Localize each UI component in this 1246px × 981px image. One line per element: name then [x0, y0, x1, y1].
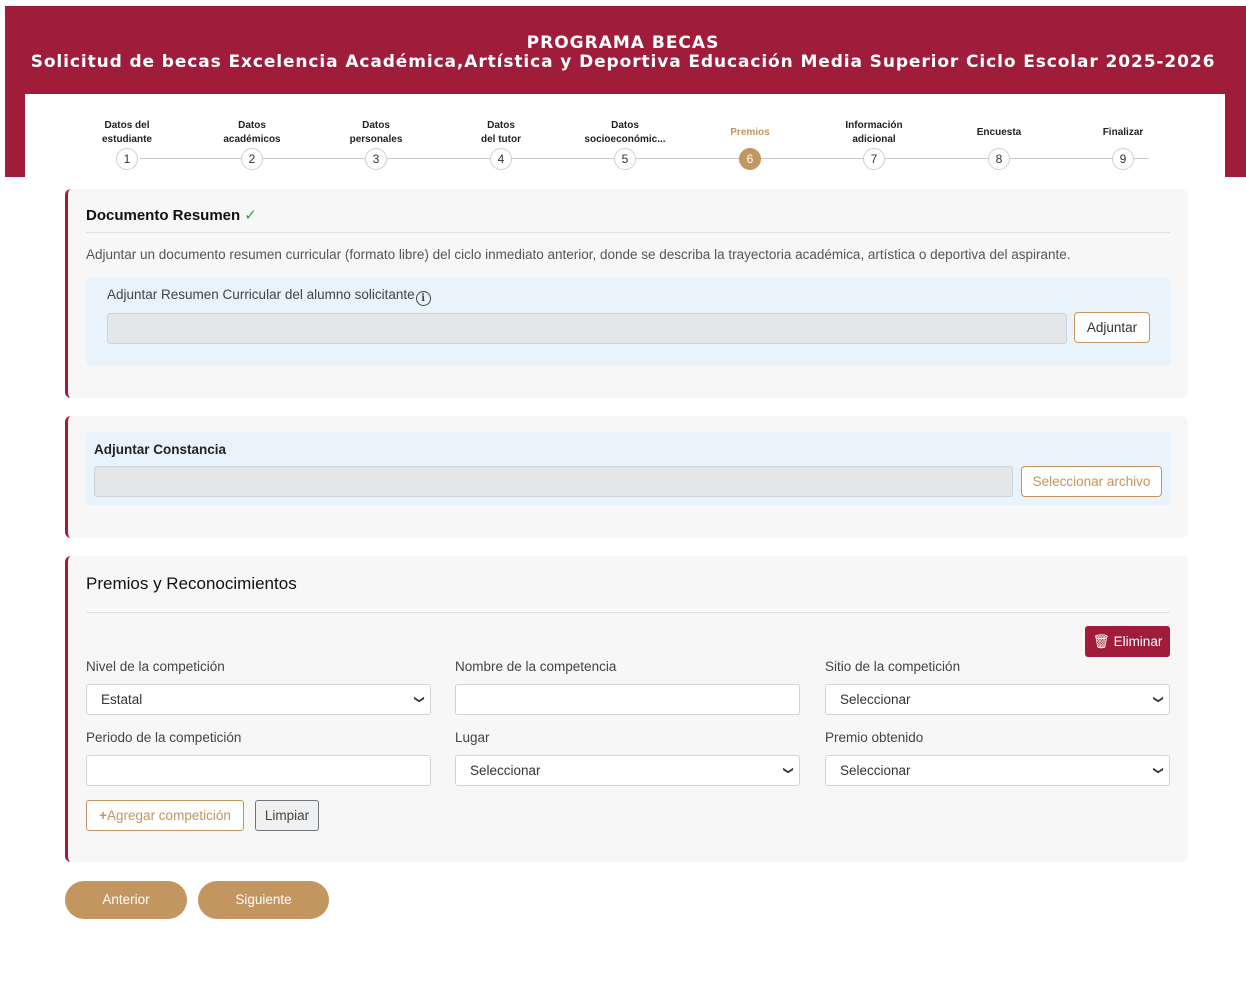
chevron-down-icon: ❯	[413, 695, 425, 704]
adjuntar-button[interactable]: Adjuntar	[1074, 312, 1150, 343]
periodo-input[interactable]	[86, 755, 431, 786]
step-label: Datos socioeconómic...	[584, 120, 666, 145]
step-label: Datos del tutor	[481, 120, 521, 145]
step-label: Información adicional	[845, 120, 903, 145]
plus-icon: +	[99, 808, 108, 823]
constancia-file-field[interactable]	[94, 466, 1013, 497]
periodo-label: Periodo de la competición	[86, 730, 242, 745]
step-4[interactable]: Datos del tutor 4	[439, 118, 563, 170]
add-competition-button[interactable]: +Agregar competición	[86, 800, 244, 831]
add-label: Agregar competición	[107, 808, 231, 823]
step-label: Datos académicos	[223, 120, 281, 145]
resumen-upload-box: Adjuntar Resumen Curricular del alumno s…	[86, 278, 1171, 366]
step-label: Encuesta	[976, 127, 1022, 138]
nivel-select[interactable]: Estatal ❯	[86, 684, 431, 715]
nivel-label: Nivel de la competición	[86, 659, 225, 674]
resumen-title: Documento Resumen ✓	[86, 207, 257, 224]
program-title: PROGRAMA BECAS	[526, 33, 720, 53]
nombre-label: Nombre de la competencia	[455, 659, 617, 674]
step-label: Datos personales	[349, 120, 403, 145]
step-number: 1	[116, 148, 138, 170]
step-label: Premios	[730, 127, 770, 138]
check-icon: ✓	[244, 207, 257, 224]
resumen-section: Documento Resumen ✓ Adjuntar un documento…	[65, 189, 1188, 398]
step-7[interactable]: Información adicional 7	[812, 118, 936, 170]
select-file-button[interactable]: Seleccionar archivo	[1021, 466, 1162, 497]
step-8[interactable]: Encuesta 8	[937, 118, 1061, 170]
sitio-select[interactable]: Seleccionar ❯	[825, 684, 1170, 715]
info-icon[interactable]: i	[415, 291, 431, 306]
step-5[interactable]: Datos socioeconómic... 5	[563, 118, 687, 170]
constancia-title: Adjuntar Constancia	[94, 442, 227, 457]
previous-button[interactable]: Anterior	[65, 881, 187, 919]
sitio-label: Sitio de la competición	[825, 659, 961, 674]
lugar-select[interactable]: Seleccionar ❯	[455, 755, 800, 786]
program-subtitle: Solicitud de becas Excelencia Académica,…	[30, 52, 1216, 72]
step-1[interactable]: Datos del estudiante 1	[65, 118, 189, 170]
step-2[interactable]: Datos académicos 2	[190, 118, 314, 170]
step-number: 4	[490, 148, 512, 170]
constancia-upload-box: Adjuntar Constancia Seleccionar archivo	[86, 432, 1171, 505]
premios-heading: Premios y Reconocimientos	[86, 574, 297, 593]
resumen-description: Adjuntar un documento resumen curricular…	[86, 247, 1071, 262]
nombre-input[interactable]	[455, 684, 800, 715]
chevron-down-icon: ❯	[782, 766, 794, 775]
premio-label: Premio obtenido	[825, 730, 924, 745]
next-button[interactable]: Siguiente	[198, 881, 329, 919]
lugar-label: Lugar	[455, 730, 490, 745]
sitio-value: Seleccionar	[840, 692, 911, 707]
step-label: Datos del estudiante	[101, 120, 152, 145]
step-6[interactable]: Premios 6	[688, 118, 812, 170]
premio-value: Seleccionar	[840, 763, 911, 778]
constancia-section: Adjuntar Constancia Seleccionar archivo	[65, 416, 1188, 538]
premios-section: Premios y Reconocimientos 🗑 Eliminar Niv…	[65, 556, 1188, 862]
divider	[86, 232, 1170, 233]
step-number: 3	[365, 148, 387, 170]
step-number: 5	[614, 148, 636, 170]
step-3[interactable]: Datos personales 3	[314, 118, 438, 170]
divider	[86, 612, 1170, 613]
lugar-value: Seleccionar	[470, 763, 541, 778]
step-number: 7	[863, 148, 885, 170]
step-9[interactable]: Finalizar 9	[1061, 118, 1185, 170]
step-number: 9	[1112, 148, 1134, 170]
eliminar-label: Eliminar	[1113, 634, 1163, 649]
nivel-value: Estatal	[101, 692, 143, 707]
premio-select[interactable]: Seleccionar ❯	[825, 755, 1170, 786]
resumen-upload-label: Adjuntar Resumen Curricular del alumno s…	[107, 287, 431, 306]
chevron-down-icon: ❯	[1152, 766, 1164, 775]
step-label: Finalizar	[1102, 127, 1144, 138]
clear-button[interactable]: Limpiar	[255, 800, 319, 831]
trash-icon: 🗑	[1092, 634, 1110, 649]
step-number: 8	[988, 148, 1010, 170]
stepper: Datos del estudiante 1 Datos académicos 2 …	[65, 118, 1189, 178]
eliminar-button[interactable]: 🗑 Eliminar	[1085, 626, 1170, 657]
chevron-down-icon: ❯	[1152, 695, 1164, 704]
step-number: 6	[739, 148, 761, 170]
resumen-file-field[interactable]	[107, 313, 1067, 344]
step-number: 2	[241, 148, 263, 170]
